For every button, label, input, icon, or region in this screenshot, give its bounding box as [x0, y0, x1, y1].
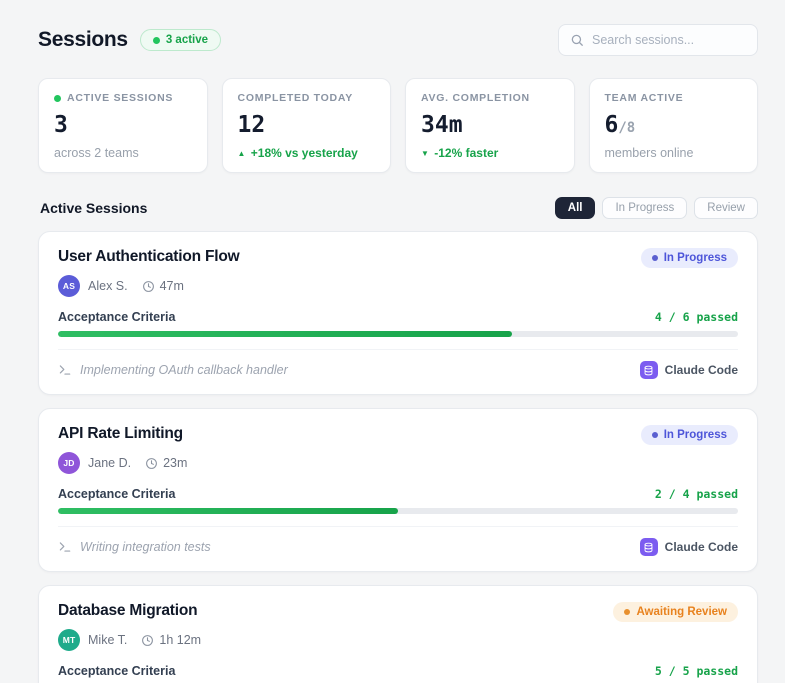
stat-value-suffix: /8	[618, 119, 636, 136]
status-badge: Awaiting Review	[613, 602, 738, 622]
stat-subtext: across 2 teams	[54, 146, 139, 160]
section-title: Active Sessions	[40, 200, 148, 216]
stat-label: ACTIVE SESSIONS	[54, 92, 192, 104]
user-name: Mike T.	[88, 633, 128, 647]
stat-value: 12	[237, 111, 266, 138]
terminal-icon	[59, 365, 71, 375]
agent-label: Claude Code	[664, 363, 738, 377]
claude-code-icon	[639, 538, 658, 556]
criteria-passed-count: 4 / 6 passed	[654, 310, 738, 324]
criteria-passed-count: 5 / 5 passed	[654, 664, 738, 678]
criteria-passed-count: 2 / 4 passed	[654, 487, 738, 501]
stat-value: 34m	[421, 111, 463, 138]
stat-card-team-active: TEAM ACTIVE 6/8 members online	[588, 78, 758, 173]
stat-card-avg-completion: AVG. COMPLETION 34m ▼ -12% faster	[405, 78, 575, 173]
card-top: User Authentication Flow In Progress	[58, 248, 738, 268]
trend-down-icon: ▼	[421, 149, 429, 158]
progress-bar-fill	[58, 331, 512, 337]
card-top: Database Migration Awaiting Review	[58, 602, 738, 622]
criteria-label: Acceptance Criteria	[58, 310, 176, 324]
user-name: Alex S.	[88, 279, 128, 293]
progress-bar	[58, 331, 738, 337]
filter-review-button[interactable]: Review	[694, 197, 758, 219]
active-count-badge: 3 active	[139, 29, 222, 51]
session-list: User Authentication Flow In Progress AS …	[38, 231, 758, 683]
stat-label: AVG. COMPLETION	[421, 92, 530, 104]
section-head: Active Sessions All In Progress Review	[40, 197, 758, 219]
stat-value: 3	[54, 111, 68, 138]
avatar: AS	[58, 275, 80, 297]
session-duration: 1h 12m	[141, 633, 201, 647]
card-meta: JD Jane D. 23m	[58, 452, 738, 474]
filter-in-progress-button[interactable]: In Progress	[602, 197, 688, 219]
criteria-label: Acceptance Criteria	[58, 487, 176, 501]
agent-label: Claude Code	[664, 540, 738, 554]
session-title: API Rate Limiting	[58, 425, 183, 442]
card-footer: Implementing OAuth callback handler Clau…	[58, 349, 738, 379]
task-text: Implementing OAuth callback handler	[80, 363, 288, 377]
stat-card-completed-today: COMPLETED TODAY 12 ▲ +18% vs yesterday	[221, 78, 391, 173]
stat-label: TEAM ACTIVE	[604, 92, 684, 104]
claude-code-icon	[639, 361, 658, 379]
green-dot-icon	[152, 36, 160, 44]
criteria-label: Acceptance Criteria	[58, 664, 176, 678]
clock-icon	[142, 280, 154, 292]
card-meta: MT Mike T. 1h 12m	[58, 629, 738, 651]
stat-card-active-sessions: ACTIVE SESSIONS 3 across 2 teams	[38, 78, 208, 173]
card-footer: Writing integration tests Claude Code	[58, 526, 738, 556]
stat-trend: ▼ -12% faster	[421, 146, 499, 160]
green-dot-icon	[54, 94, 61, 102]
search-box[interactable]	[558, 24, 758, 56]
task-text: Writing integration tests	[80, 540, 211, 554]
card-top: API Rate Limiting In Progress	[58, 425, 738, 445]
page-title: Sessions	[38, 28, 128, 51]
session-card[interactable]: User Authentication Flow In Progress AS …	[38, 231, 758, 395]
status-dot-icon	[624, 609, 631, 615]
session-title: User Authentication Flow	[58, 248, 240, 265]
session-duration: 47m	[142, 279, 184, 293]
progress-bar-fill	[58, 508, 398, 514]
status-badge: In Progress	[640, 248, 738, 268]
status-dot-icon	[651, 255, 658, 261]
search-input[interactable]	[592, 33, 746, 47]
title-group: Sessions 3 active	[38, 28, 222, 52]
search-icon	[571, 34, 583, 46]
stats-row: ACTIVE SESSIONS 3 across 2 teams COMPLET…	[38, 78, 758, 173]
user-name: Jane D.	[88, 456, 132, 470]
status-badge: In Progress	[640, 425, 738, 445]
avatar: JD	[58, 452, 80, 474]
session-card[interactable]: Database Migration Awaiting Review MT Mi…	[38, 585, 758, 683]
criteria-row: Acceptance Criteria 5 / 5 passed	[58, 664, 738, 678]
stat-value: 6/8	[604, 111, 636, 138]
avatar: MT	[58, 629, 80, 651]
agent-chip: Claude Code	[639, 361, 738, 379]
stat-label: COMPLETED TODAY	[237, 92, 353, 104]
clock-icon	[146, 457, 158, 469]
criteria-row: Acceptance Criteria 2 / 4 passed	[58, 487, 738, 501]
active-count-label: 3 active	[165, 34, 209, 46]
trend-up-icon: ▲	[237, 149, 246, 158]
sessions-dashboard: Sessions 3 active ACTIVE SESSIONS 3 acro…	[0, 0, 785, 683]
card-meta: AS Alex S. 47m	[58, 275, 738, 297]
session-title: Database Migration	[58, 602, 198, 619]
stat-trend: ▲ +18% vs yesterday	[237, 146, 358, 160]
filter-group: All In Progress Review	[554, 197, 758, 219]
topbar: Sessions 3 active	[38, 24, 758, 56]
current-task: Writing integration tests	[58, 540, 211, 554]
session-card[interactable]: API Rate Limiting In Progress JD Jane D.…	[38, 408, 758, 572]
session-duration: 23m	[145, 456, 187, 470]
agent-chip: Claude Code	[639, 538, 738, 556]
filter-all-button[interactable]: All	[554, 197, 596, 219]
current-task: Implementing OAuth callback handler	[58, 363, 288, 377]
clock-icon	[142, 634, 154, 646]
stat-subtext: members online	[604, 146, 694, 160]
progress-bar	[58, 508, 738, 514]
terminal-icon	[59, 542, 71, 552]
criteria-row: Acceptance Criteria 4 / 6 passed	[58, 310, 738, 324]
status-dot-icon	[651, 432, 658, 438]
